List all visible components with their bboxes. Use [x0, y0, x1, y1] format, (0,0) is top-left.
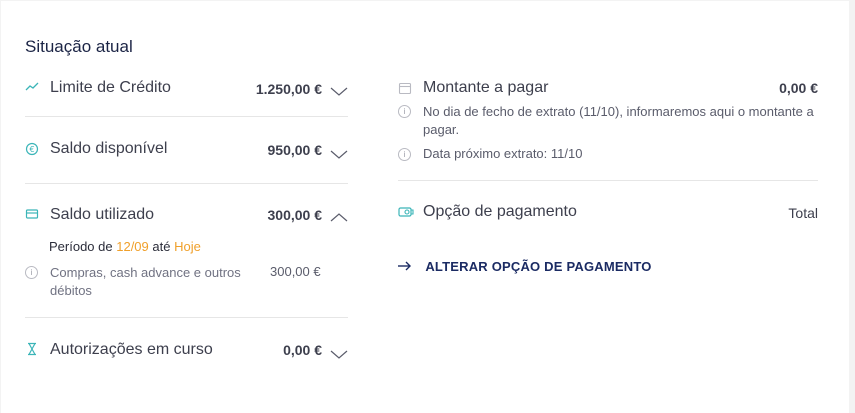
detail-label-line-2: débitos — [50, 283, 92, 298]
chevron-down-icon[interactable] — [330, 84, 348, 96]
used-balance-label: Saldo utilizado — [50, 206, 155, 223]
divider — [25, 116, 348, 117]
period-text: Período de 12/09 até Hoje — [49, 239, 201, 254]
amount-due-note-line-2: pagar. — [423, 122, 460, 137]
used-balance-row[interactable]: Saldo utilizado 300,00 € — [25, 206, 348, 226]
period-to: Hoje — [174, 239, 201, 254]
amount-due-value: 0,00 € — [779, 80, 818, 96]
amount-due-note-line-1: No dia de fecho de extrato (11/10), info… — [423, 104, 814, 119]
detail-value: 300,00 € — [270, 264, 321, 279]
payment-option-value: Total — [788, 205, 818, 221]
info-icon: i — [398, 105, 411, 118]
detail-label-line-1: Compras, cash advance e outros — [50, 265, 241, 280]
divider — [25, 317, 348, 318]
trend-icon — [25, 80, 39, 94]
chevron-up-icon[interactable] — [330, 209, 348, 222]
next-statement-note: Data próximo extrato: 11/10 — [423, 146, 583, 161]
period-prefix: Período de — [49, 239, 113, 254]
available-balance-value: 950,00 € — [267, 142, 323, 158]
credit-limit-value: 1.250,00 € — [255, 81, 322, 97]
current-situation-card: Situação atual Limite de Crédito 1.250,0… — [1, 1, 849, 413]
arrow-right-icon — [398, 259, 412, 274]
chevron-down-icon[interactable] — [330, 147, 348, 159]
period-from: 12/09 — [116, 239, 149, 254]
used-balance-value: 300,00 € — [267, 207, 323, 223]
payment-option-label: Opção de pagamento — [423, 203, 577, 220]
chevron-down-icon[interactable] — [330, 347, 348, 359]
payment-icon — [398, 205, 414, 224]
hourglass-icon — [25, 342, 39, 356]
divider — [398, 180, 818, 181]
payment-option-row: Opção de pagamento Total — [398, 203, 818, 223]
amount-due-section: Montante a pagar 0,00 € i No dia de fech… — [398, 79, 818, 169]
credit-limit-row[interactable]: Limite de Crédito 1.250,00 € — [25, 79, 348, 99]
available-balance-row[interactable]: € Saldo disponível 950,00 € — [25, 140, 348, 160]
credit-limit-label: Limite de Crédito — [50, 79, 171, 96]
section-title: Situação atual — [25, 37, 133, 56]
svg-text:€: € — [29, 145, 34, 154]
available-balance-label: Saldo disponível — [50, 140, 168, 157]
euro-icon: € — [25, 142, 39, 156]
info-icon: i — [25, 266, 38, 279]
divider — [25, 183, 348, 184]
calendar-icon — [398, 81, 412, 100]
amount-due-label: Montante a pagar — [423, 79, 549, 96]
authorizations-label: Autorizações em curso — [50, 341, 213, 358]
change-payment-option-label: ALTERAR OPÇÃO DE PAGAMENTO — [425, 259, 652, 274]
authorizations-value: 0,00 € — [283, 342, 322, 358]
info-icon: i — [398, 148, 411, 161]
card-icon — [25, 207, 39, 221]
change-payment-option-link[interactable]: ALTERAR OPÇÃO DE PAGAMENTO — [398, 259, 652, 274]
period-mid: até — [152, 239, 171, 254]
authorizations-row[interactable]: Autorizações em curso 0,00 € — [25, 341, 348, 361]
